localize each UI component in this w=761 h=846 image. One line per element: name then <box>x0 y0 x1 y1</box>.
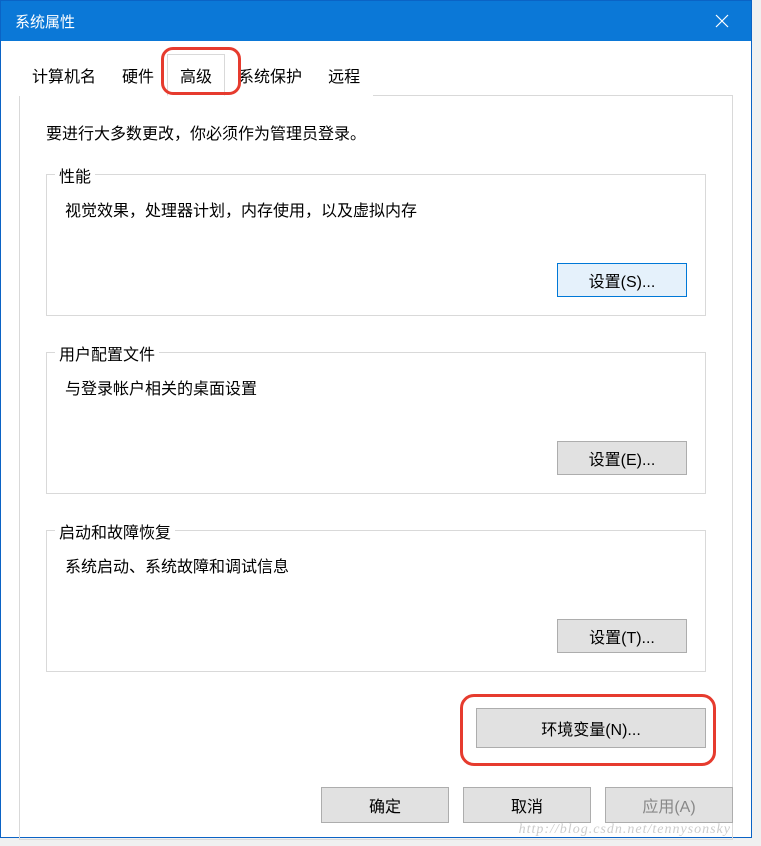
tab-system-protection[interactable]: 系统保护 <box>225 54 315 96</box>
tab-content-advanced: 要进行大多数更改，你必须作为管理员登录。 性能 视觉效果，处理器计划，内存使用，… <box>19 96 733 840</box>
group-user-profile-btn-row: 设置(E)... <box>65 441 687 475</box>
dialog-footer-buttons: 确定 取消 应用(A) <box>321 787 733 823</box>
close-icon <box>715 14 729 28</box>
group-startup-recovery: 启动和故障恢复 系统启动、系统故障和调试信息 设置(T)... <box>46 530 706 672</box>
group-performance-title: 性能 <box>55 163 95 187</box>
env-var-row: 环境变量(N)... <box>46 708 706 748</box>
user-profile-settings-button[interactable]: 设置(E)... <box>557 441 687 475</box>
tab-advanced[interactable]: 高级 <box>167 54 225 96</box>
cancel-button[interactable]: 取消 <box>463 787 591 823</box>
group-user-profile-title: 用户配置文件 <box>55 341 159 365</box>
tabs: 计算机名 硬件 高级 系统保护 远程 <box>19 53 733 96</box>
performance-settings-button[interactable]: 设置(S)... <box>557 263 687 297</box>
group-startup-title: 启动和故障恢复 <box>55 519 175 543</box>
group-performance-btn-row: 设置(S)... <box>65 263 687 297</box>
dialog-content: 计算机名 硬件 高级 系统保护 远程 要进行大多数更改，你必须作为管理员登录。 … <box>1 41 751 837</box>
group-startup-desc: 系统启动、系统故障和调试信息 <box>65 553 687 577</box>
group-performance: 性能 视觉效果，处理器计划，内存使用，以及虚拟内存 设置(S)... <box>46 174 706 316</box>
tab-remote[interactable]: 远程 <box>315 54 373 96</box>
environment-variables-button[interactable]: 环境变量(N)... <box>476 708 706 748</box>
tab-hardware[interactable]: 硬件 <box>109 54 167 96</box>
watermark-text: http://blog.csdn.net/tennysonsky <box>519 822 731 838</box>
group-startup-btn-row: 设置(T)... <box>65 619 687 653</box>
admin-notice-text: 要进行大多数更改，你必须作为管理员登录。 <box>46 120 706 144</box>
group-user-profile: 用户配置文件 与登录帐户相关的桌面设置 设置(E)... <box>46 352 706 494</box>
titlebar: 系统属性 <box>1 1 751 41</box>
apply-button[interactable]: 应用(A) <box>605 787 733 823</box>
titlebar-text: 系统属性 <box>15 11 697 32</box>
tab-computer-name[interactable]: 计算机名 <box>19 54 109 96</box>
group-performance-desc: 视觉效果，处理器计划，内存使用，以及虚拟内存 <box>65 197 687 221</box>
group-user-profile-desc: 与登录帐户相关的桌面设置 <box>65 375 687 399</box>
close-button[interactable] <box>697 1 747 41</box>
ok-button[interactable]: 确定 <box>321 787 449 823</box>
system-properties-window: 系统属性 计算机名 硬件 高级 系统保护 远程 要进行大多数更改，你必须作为管理… <box>0 0 752 838</box>
startup-settings-button[interactable]: 设置(T)... <box>557 619 687 653</box>
